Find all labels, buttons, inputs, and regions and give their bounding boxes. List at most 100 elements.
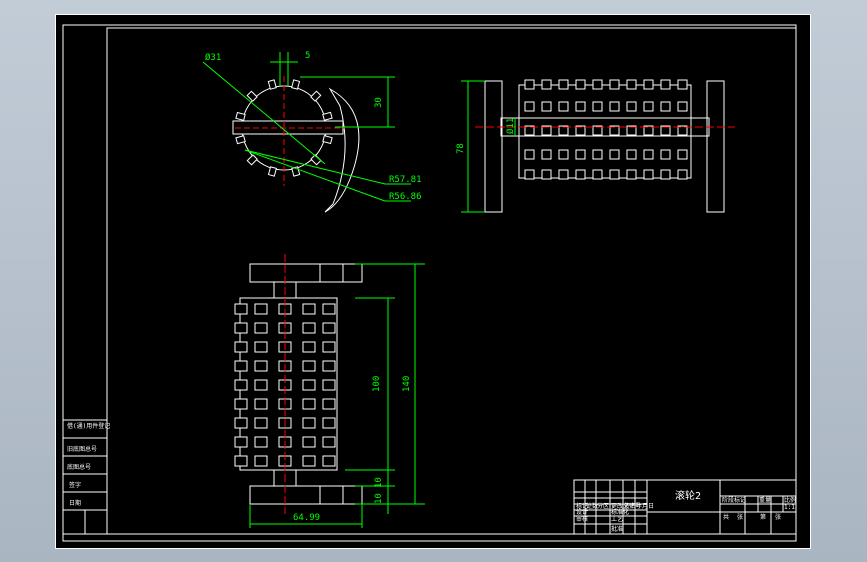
side-pad	[575, 101, 586, 112]
tb-cell-scale: 比例	[784, 496, 796, 504]
side-pad	[609, 149, 620, 160]
front-pad	[254, 322, 268, 334]
side-pad	[643, 79, 654, 90]
side-pad	[626, 149, 637, 160]
side-pad	[575, 169, 586, 180]
front-pad	[254, 379, 268, 391]
front-pad	[234, 303, 248, 315]
ring-tooth	[322, 135, 333, 145]
front-pad	[322, 417, 336, 429]
side-pad	[524, 79, 535, 90]
front-pad	[254, 417, 268, 429]
front-pad	[322, 341, 336, 353]
front-pad	[234, 360, 248, 372]
side-pad	[677, 169, 688, 180]
front-pad	[254, 436, 268, 448]
tb-cell-no: 第	[760, 513, 766, 521]
side-pad	[592, 169, 603, 180]
drawing-title: 滚轮2	[675, 489, 701, 502]
front-pad	[302, 398, 316, 410]
front-pad	[322, 322, 336, 334]
dim-140: 140	[402, 376, 412, 392]
left-table-row-3: 底图总号	[67, 463, 91, 471]
front-pad	[234, 417, 248, 429]
front-pad	[302, 341, 316, 353]
ring-tooth	[235, 111, 246, 121]
left-table-row-1: 借(通)用件登记	[67, 422, 110, 430]
side-pad	[643, 101, 654, 112]
front-pad	[322, 360, 336, 372]
front-pad	[322, 455, 336, 467]
side-pad	[592, 101, 603, 112]
tb-cell-total: 共	[723, 513, 729, 521]
side-pad	[609, 169, 620, 180]
left-table-row-5: 日期	[69, 499, 81, 507]
drawing-sheet: 借(通)用件登记 旧底图总号 底图总号 签字 日期 滚轮2 标记 处数 分区 更…	[55, 14, 811, 549]
front-pad	[254, 398, 268, 410]
left-table-row-2: 旧底图总号	[67, 445, 97, 453]
dim-dia-11: Ø11	[505, 118, 516, 134]
front-pad	[234, 398, 248, 410]
side-pad	[660, 169, 671, 180]
tb-cell-design: 设计	[576, 508, 588, 516]
tb-cell-zone: 分区	[597, 502, 609, 510]
side-pad	[660, 79, 671, 90]
side-pad	[541, 101, 552, 112]
front-pad	[302, 436, 316, 448]
dim-10-b: 10	[374, 493, 384, 504]
front-pad	[302, 379, 316, 391]
front-pad	[234, 322, 248, 334]
side-pad	[558, 169, 569, 180]
front-pad	[302, 303, 316, 315]
tb-cell-scale-value: 1:1	[784, 504, 795, 511]
front-pad	[254, 360, 268, 372]
dim-100: 100	[372, 376, 382, 392]
side-pad	[660, 101, 671, 112]
dim-height-30: 30	[374, 97, 384, 108]
tb-cell-std: 标准化	[611, 508, 629, 516]
side-pad	[541, 169, 552, 180]
side-pad	[575, 149, 586, 160]
dim-78: 78	[456, 143, 466, 154]
dim-10-a: 10	[374, 477, 384, 488]
side-pad	[558, 149, 569, 160]
side-pad	[524, 101, 535, 112]
side-pad	[626, 169, 637, 180]
ring-tooth	[267, 166, 277, 177]
front-pad	[322, 398, 336, 410]
side-pad	[677, 101, 688, 112]
front-pad	[234, 379, 248, 391]
front-pad	[302, 322, 316, 334]
front-pad	[234, 436, 248, 448]
ring-tooth	[291, 79, 301, 90]
sheet-border	[55, 14, 811, 549]
front-pad	[234, 341, 248, 353]
side-pad	[643, 169, 654, 180]
front-pad	[302, 455, 316, 467]
side-pad	[609, 79, 620, 90]
dim-dia-31: Ø31	[205, 52, 221, 63]
side-pad	[558, 101, 569, 112]
side-pad	[592, 149, 603, 160]
side-pad	[524, 149, 535, 160]
front-pad	[234, 455, 248, 467]
front-pad	[322, 303, 336, 315]
side-pad	[643, 149, 654, 160]
dim-r56: R56.86	[389, 192, 422, 202]
dim-r57: R57.81	[389, 175, 422, 185]
front-pad	[302, 360, 316, 372]
cad-viewport[interactable]: 借(通)用件登记 旧底图总号 底图总号 签字 日期 滚轮2 标记 处数 分区 更…	[55, 14, 811, 549]
dim-slot-5: 5	[305, 51, 310, 61]
side-pad	[660, 149, 671, 160]
tb-cell-date: 年月日	[636, 502, 654, 510]
front-pad	[302, 417, 316, 429]
side-pad	[626, 79, 637, 90]
dim-64-99: 64.99	[293, 513, 320, 523]
side-pad	[558, 79, 569, 90]
front-pad	[322, 436, 336, 448]
side-pad	[541, 79, 552, 90]
tb-cell-sheets: 张	[737, 513, 743, 521]
tb-cell-process: 工艺	[611, 515, 623, 523]
side-pad	[677, 149, 688, 160]
tb-cell-weight: 重量	[759, 496, 771, 504]
